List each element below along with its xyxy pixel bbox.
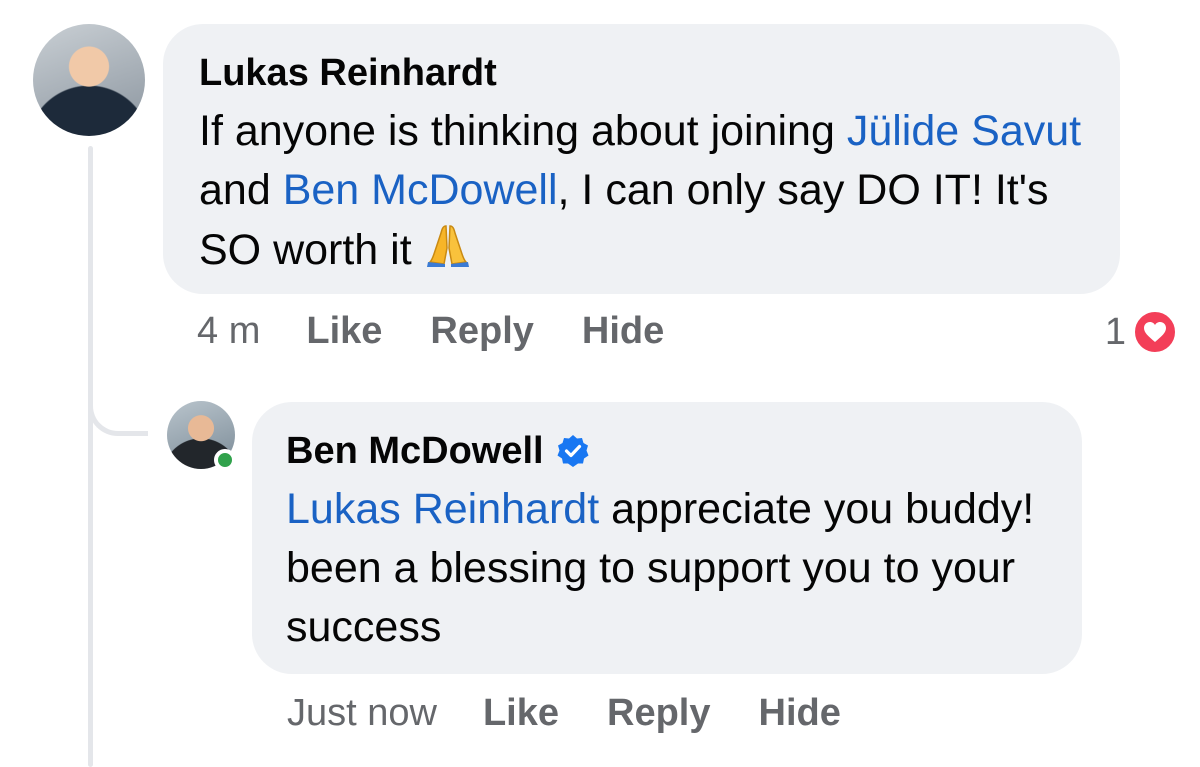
hide-button[interactable]: Hide: [582, 310, 664, 353]
comment-bubble: Lukas Reinhardt If anyone is thinking ab…: [163, 24, 1120, 294]
reply-actions: Just now Like Reply Hide: [287, 692, 889, 735]
comment-text-part: and: [199, 166, 283, 214]
mention-link[interactable]: Ben McDowell: [283, 166, 558, 214]
reply-author-name[interactable]: Ben McDowell: [286, 426, 544, 476]
heart-icon: [1132, 309, 1178, 355]
reply-button[interactable]: Reply: [430, 310, 533, 353]
hide-button[interactable]: Hide: [759, 692, 841, 735]
reply-text: Lukas Reinhardt appreciate you buddy! be…: [286, 480, 1048, 657]
mention-link[interactable]: Lukas Reinhardt: [286, 485, 599, 533]
reply-timestamp[interactable]: Just now: [287, 692, 437, 735]
online-status-dot: [214, 449, 236, 471]
reaction-summary[interactable]: 1: [1105, 309, 1178, 355]
mention-link[interactable]: Jülide Savut: [847, 107, 1081, 155]
thread-connector-line: [88, 146, 93, 767]
avatar[interactable]: [33, 24, 145, 136]
comment-author[interactable]: Lukas Reinhardt: [199, 48, 1084, 98]
like-button[interactable]: Like: [483, 692, 559, 735]
comment-text: If anyone is thinking about joining Jüli…: [199, 102, 1084, 284]
like-button[interactable]: Like: [306, 310, 382, 353]
verified-badge-icon: [556, 434, 590, 468]
comment-text-part: If anyone is thinking about joining: [199, 107, 847, 155]
reply-button[interactable]: Reply: [607, 692, 710, 735]
thread-connector-curve: [88, 380, 148, 436]
reply-bubble: Ben McDowell Lukas Reinhardt appreciate …: [252, 402, 1082, 674]
comment-actions: 4 m Like Reply Hide: [197, 310, 712, 353]
comment-timestamp[interactable]: 4 m: [197, 310, 260, 353]
reaction-count: 1: [1104, 310, 1126, 353]
folded-hands-icon: [424, 220, 472, 284]
reply-author: Ben McDowell: [286, 426, 1048, 476]
comment-thread: Lukas Reinhardt If anyone is thinking ab…: [0, 0, 1200, 767]
